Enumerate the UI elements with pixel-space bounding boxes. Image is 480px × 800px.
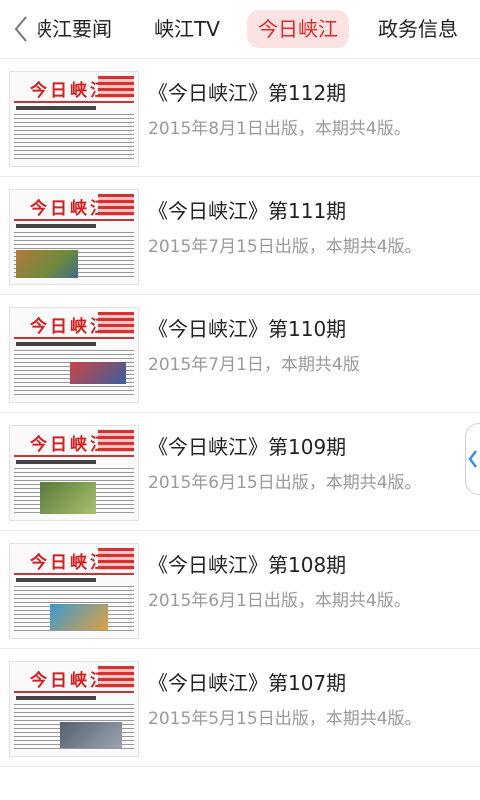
issue-meta: 2015年7月15日出版，本期共4版。 xyxy=(148,237,422,257)
top-navigation-bar: 峡江要闻 峡江TV 今日峡江 政务信息 xyxy=(0,0,480,59)
issue-title: 《今日峡江》第108期 xyxy=(148,553,347,577)
issue-meta: 2015年8月1日出版，本期共4版。 xyxy=(148,119,411,139)
list-item[interactable]: 今日峡江 《今日峡江》第109期 2015年6月15日出版，本期共4版。 xyxy=(0,413,480,531)
issue-list: 今日峡江 《今日峡江》第112期 2015年8月1日出版，本期共4版。 今日峡江… xyxy=(0,59,480,767)
list-item[interactable]: 今日峡江 《今日峡江》第111期 2015年7月15日出版，本期共4版。 xyxy=(0,177,480,295)
issue-meta: 2015年5月15日出版，本期共4版。 xyxy=(148,709,422,729)
tab-xiajiang-tv[interactable]: 峡江TV xyxy=(154,10,220,48)
newspaper-thumbnail: 今日峡江 xyxy=(9,71,139,167)
list-item[interactable]: 今日峡江 《今日峡江》第107期 2015年5月15日出版，本期共4版。 xyxy=(0,649,480,767)
tab-xiajiang-news[interactable]: 峡江要闻 xyxy=(38,10,112,48)
issue-title: 《今日峡江》第107期 xyxy=(148,671,347,695)
list-item[interactable]: 今日峡江 《今日峡江》第112期 2015年8月1日出版，本期共4版。 xyxy=(0,59,480,177)
newspaper-thumbnail: 今日峡江 xyxy=(9,425,139,521)
issue-title: 《今日峡江》第109期 xyxy=(148,435,347,459)
list-item[interactable]: 今日峡江 《今日峡江》第108期 2015年6月1日出版，本期共4版。 xyxy=(0,531,480,649)
issue-meta: 2015年6月1日出版，本期共4版。 xyxy=(148,591,411,611)
newspaper-thumbnail: 今日峡江 xyxy=(9,189,139,285)
issue-title: 《今日峡江》第111期 xyxy=(148,199,347,223)
chevron-left-icon xyxy=(14,16,27,42)
chevron-left-icon xyxy=(468,450,477,468)
list-item[interactable]: 今日峡江 《今日峡江》第110期 2015年7月1日，本期共4版 xyxy=(0,295,480,413)
issue-meta: 2015年6月15日出版，本期共4版。 xyxy=(148,473,422,493)
issue-meta: 2015年7月1日，本期共4版 xyxy=(148,355,360,375)
tab-government-info[interactable]: 政务信息 xyxy=(378,10,458,48)
newspaper-thumbnail: 今日峡江 xyxy=(9,543,139,639)
newspaper-thumbnail: 今日峡江 xyxy=(9,307,139,403)
category-tabs: 峡江要闻 峡江TV 今日峡江 政务信息 xyxy=(38,0,480,58)
back-button[interactable] xyxy=(10,12,32,46)
newspaper-thumbnail: 今日峡江 xyxy=(9,661,139,757)
tab-today-xiajiang[interactable]: 今日峡江 xyxy=(247,10,349,48)
side-drawer-handle[interactable] xyxy=(465,423,480,495)
issue-title: 《今日峡江》第112期 xyxy=(148,81,347,105)
issue-title: 《今日峡江》第110期 xyxy=(148,317,347,341)
